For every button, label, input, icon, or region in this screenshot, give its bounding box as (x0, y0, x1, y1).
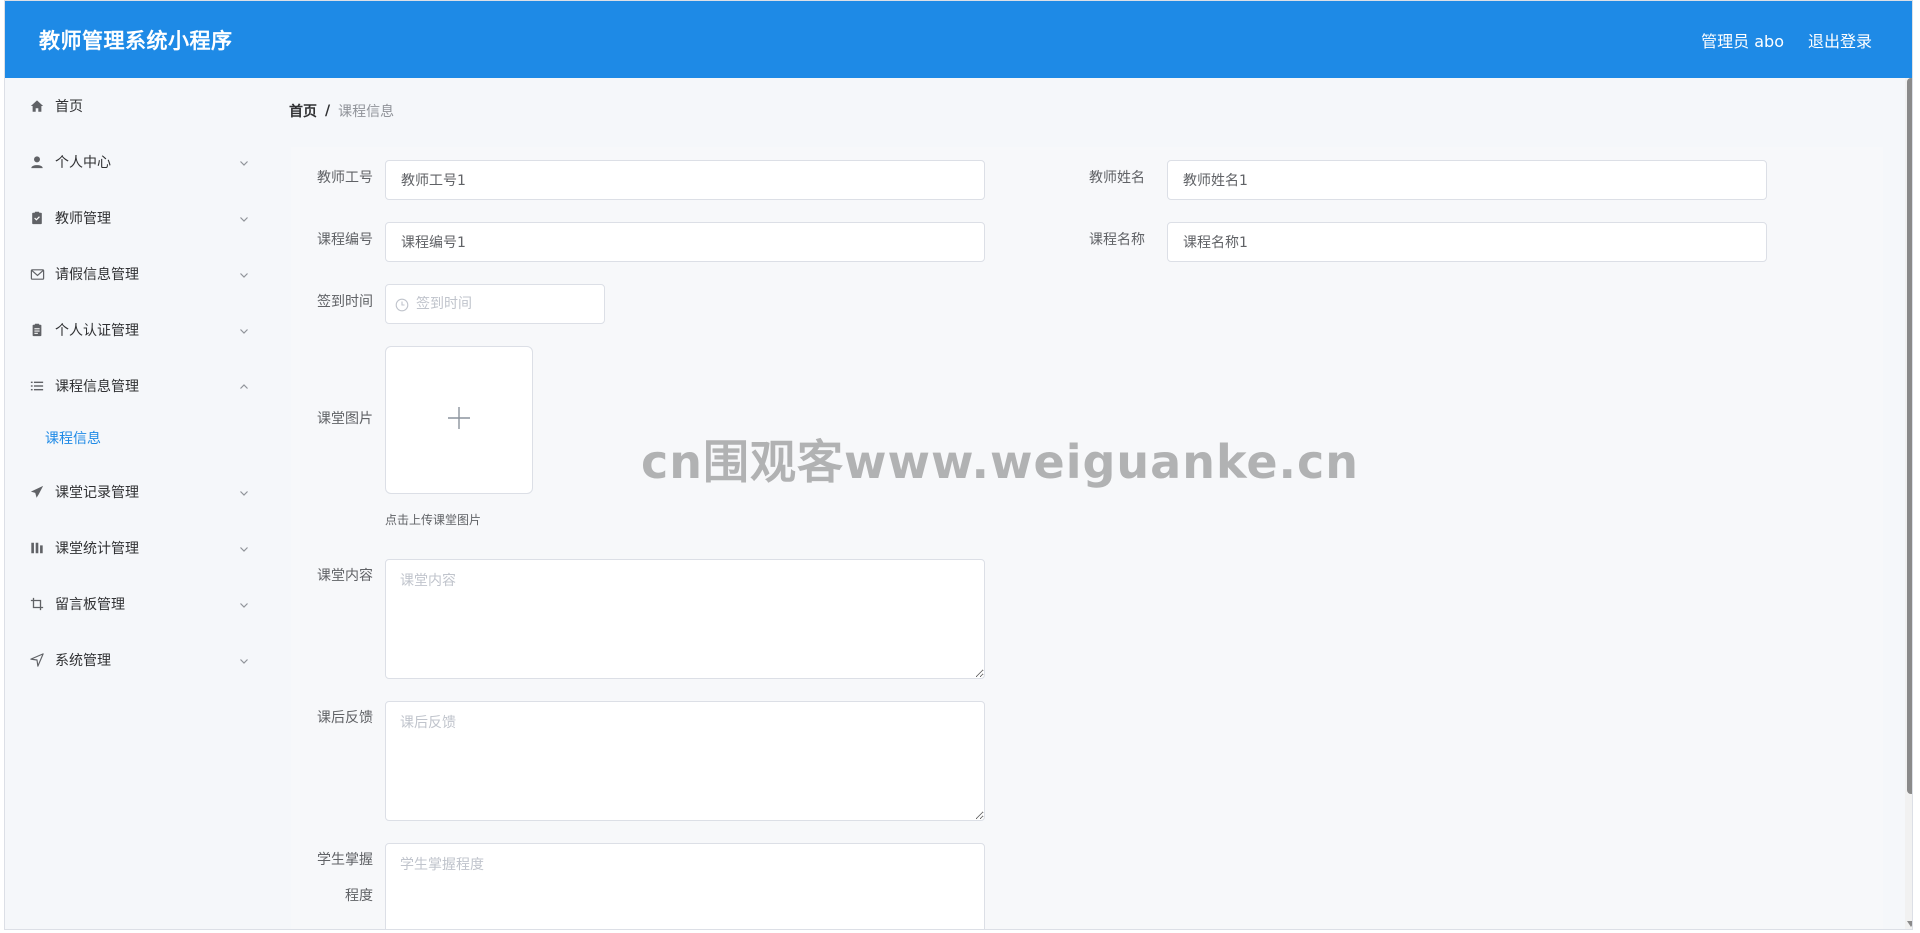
sidebar-item-label: 课堂统计管理 (55, 541, 139, 557)
current-user-label: 管理员 abo (1701, 31, 1784, 51)
course-info-form: 教师工号 教师姓名 课程编号 课程名称 签到时间 课堂图片 点击上传课堂图片 课… (291, 147, 1883, 929)
sidebar-item-label: 请假信息管理 (55, 267, 139, 283)
top-header: 教师管理系统小程序 管理员 abo 退出登录 (5, 1, 1912, 78)
feedback-textarea[interactable] (385, 701, 985, 821)
chevron-down-icon (239, 654, 249, 664)
course-name-input[interactable] (1167, 222, 1767, 262)
chevron-down-icon (239, 324, 249, 334)
breadcrumb: 首页 / 课程信息 (289, 101, 394, 121)
app-title: 教师管理系统小程序 (39, 28, 233, 53)
upload-tip-text: 点击上传课堂图片 (385, 513, 482, 527)
scrollbar-thumb[interactable] (1907, 78, 1912, 794)
sidebar-item-label: 首页 (55, 99, 83, 115)
app-window: 教师管理系统小程序 管理员 abo 退出登录 首页 个人中心 教师管理 请假信息… (4, 0, 1913, 930)
navigation-icon (29, 652, 45, 668)
course-no-input[interactable] (385, 222, 985, 262)
sidebar-item-system-management[interactable]: 系统管理 (5, 642, 267, 678)
chevron-down-icon (239, 486, 249, 496)
course-no-label: 课程编号 (317, 232, 373, 248)
sidebar-item-home[interactable]: 首页 (5, 88, 267, 124)
chevron-down-icon (239, 212, 249, 222)
send-icon (29, 484, 45, 500)
teacher-id-input[interactable] (385, 160, 985, 200)
teacher-name-label: 教师姓名 (1089, 170, 1145, 186)
crop-icon (29, 596, 45, 612)
clipboard-icon (29, 210, 45, 226)
scroll-down-arrow-icon[interactable] (1907, 921, 1912, 927)
sidebar-subitem-course-info[interactable]: 课程信息 (5, 420, 267, 456)
mastery-label-line2: 程度 (345, 888, 373, 904)
page-scrollbar[interactable] (1905, 78, 1912, 929)
sidebar-item-label: 个人中心 (55, 155, 111, 171)
sidebar-item-personal-center[interactable]: 个人中心 (5, 144, 267, 180)
logout-button[interactable]: 退出登录 (1808, 28, 1872, 52)
home-icon (29, 98, 45, 114)
sidebar-item-course-management[interactable]: 课程信息管理 (5, 368, 267, 404)
checkin-time-picker[interactable] (385, 284, 605, 324)
sidebar-item-class-record-management[interactable]: 课堂记录管理 (5, 474, 267, 510)
teacher-id-label: 教师工号 (317, 170, 373, 186)
clock-icon (395, 297, 409, 312)
list-icon (29, 378, 45, 394)
breadcrumb-home-link[interactable]: 首页 (289, 101, 317, 121)
checkin-time-label: 签到时间 (317, 294, 373, 310)
sidebar-item-label: 课程信息管理 (55, 379, 139, 395)
sidebar-item-class-stats-management[interactable]: 课堂统计管理 (5, 530, 267, 566)
sidebar-item-teacher-management[interactable]: 教师管理 (5, 200, 267, 236)
mastery-label-line1: 学生掌握 (317, 852, 373, 868)
watermark-text: cn围观客www.weiguanke.cn (641, 435, 1360, 489)
chevron-down-icon (239, 598, 249, 608)
sidebar-item-leave-management[interactable]: 请假信息管理 (5, 256, 267, 292)
chevron-down-icon (239, 268, 249, 278)
header-right: 管理员 abo 退出登录 (1701, 28, 1872, 52)
class-content-textarea[interactable] (385, 559, 985, 679)
class-image-label: 课堂图片 (317, 411, 373, 427)
image-upload-box[interactable] (385, 346, 533, 494)
sidebar-subitem-label: 课程信息 (45, 431, 101, 447)
breadcrumb-current: 课程信息 (338, 104, 395, 120)
sidebar-item-label: 个人认证管理 (55, 323, 139, 339)
mail-icon (29, 266, 45, 282)
sidebar-item-label: 系统管理 (55, 653, 111, 669)
chevron-down-icon (239, 156, 249, 166)
document-icon (29, 322, 45, 338)
feedback-label: 课后反馈 (317, 710, 373, 726)
teacher-name-input[interactable] (1167, 160, 1767, 200)
sidebar: 首页 个人中心 教师管理 请假信息管理 个人认证管理 课程信息管理 课程信息 课… (5, 78, 267, 929)
sidebar-item-message-board-management[interactable]: 留言板管理 (5, 586, 267, 622)
class-content-label: 课堂内容 (317, 568, 373, 584)
checkin-time-input[interactable] (416, 296, 566, 312)
sidebar-item-label: 课堂记录管理 (55, 485, 139, 501)
mastery-textarea[interactable] (385, 843, 985, 929)
sidebar-item-label: 教师管理 (55, 211, 111, 227)
breadcrumb-separator: / (325, 103, 331, 119)
chevron-down-icon (239, 542, 249, 552)
chevron-up-icon (239, 380, 249, 390)
plus-icon (445, 404, 473, 436)
course-name-label: 课程名称 (1089, 232, 1145, 248)
sidebar-item-certification-management[interactable]: 个人认证管理 (5, 312, 267, 348)
sidebar-item-label: 留言板管理 (55, 597, 125, 613)
user-icon (29, 154, 45, 170)
chart-icon (29, 540, 45, 556)
